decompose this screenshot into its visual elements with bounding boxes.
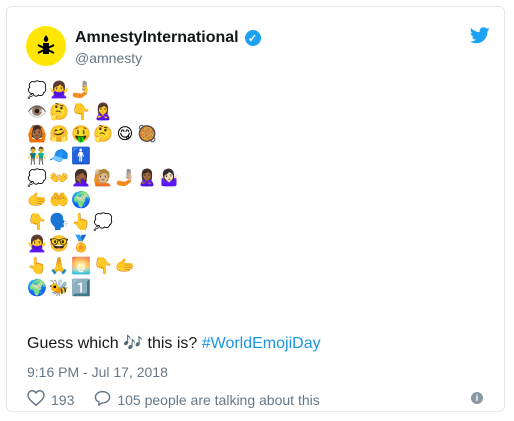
emoji-glyph: 🙅‍♀️ [49, 80, 69, 99]
emoji-glyph: 🤔 [93, 124, 113, 143]
emoji-glyph: 🤗 [49, 124, 69, 143]
emoji-glyph: 🤲 [49, 190, 69, 209]
emoji-glyph: 🙆🏾 [27, 124, 47, 143]
emoji-glyph: 🙎🏾‍♀️ [137, 168, 157, 187]
emoji-glyph: 👐 [49, 168, 69, 187]
tweet-text-before: Guess which [27, 335, 124, 352]
emoji-row: 🫱 🤲 🌍 [27, 190, 179, 212]
emoji-glyph: 💭 [27, 80, 47, 99]
emoji-row: 👆 🙏 🌅 👇 🫱 [27, 256, 179, 278]
action-bar: 193 105 people are talking about this [27, 389, 320, 409]
emoji-row: 👬 🧢 🚹 [27, 146, 179, 168]
tweet-text-after: this is? [143, 335, 202, 352]
twitter-bird-icon[interactable] [469, 27, 490, 49]
emoji-glyph: 👁️ [27, 102, 47, 121]
emoji-glyph: 🗣️ [49, 212, 69, 231]
emoji-glyph: 🙋🏼 [93, 168, 113, 187]
emoji-glyph: 🙏 [49, 256, 69, 275]
emoji-glyph: 🥘 [137, 124, 157, 143]
emoji-glyph: 🌍 [71, 190, 91, 209]
like-count[interactable]: 193 [51, 392, 74, 408]
info-icon[interactable]: i [471, 392, 483, 404]
emoji-glyph: 💭 [93, 212, 113, 231]
emoji-glyph: 🏅 [71, 234, 91, 253]
emoji-glyph: 🤦🏾‍♀️ [71, 168, 91, 187]
hashtag-link[interactable]: #WorldEmojiDay [202, 335, 321, 352]
emoji-row: 👇 🗣️ 👆 💭 [27, 212, 179, 234]
verified-badge-icon: ✓ [244, 30, 261, 46]
emoji-row: 👁️ 🤔 👇 🙎‍♀️ [27, 102, 179, 124]
emoji-glyph: 💭 [27, 168, 47, 187]
emoji-row: 🙆🏾 🤗 🤑 🤔 😋 🥘 [27, 124, 179, 146]
tweet-card[interactable]: AmnestyInternational ✓ @amnesty 💭 🙅‍♀️ 🤳 👁️… [6, 6, 505, 412]
emoji-glyph: 🫱 [115, 256, 135, 275]
emoji-message: 💭 🙅‍♀️ 🤳 👁️ 🤔 👇 🙎‍♀️ 🙆🏾 🤗 🤑 🤔 😋 🥘 👬 🧢 🚹 💭 👐 🤦🏾‍♀️ 🙋🏼 🤳🏼 🙎🏾‍♀️… [27, 80, 179, 300]
emoji-glyph: 👆 [27, 256, 47, 275]
tweet-text: Guess which 🎶 this is? #WorldEmojiDay [27, 333, 321, 353]
emoji-row: 💭 🙅‍♀️ 🤳 [27, 80, 179, 102]
author-name-row[interactable]: AmnestyInternational ✓ [75, 29, 261, 47]
heart-icon[interactable] [27, 389, 45, 409]
emoji-glyph: 🐝 [49, 278, 69, 297]
emoji-glyph: 🫱 [27, 190, 47, 209]
emoji-glyph: 👆 [71, 212, 91, 231]
emoji-glyph: 👇 [71, 102, 91, 121]
emoji-glyph: 🚹 [71, 146, 91, 165]
emoji-glyph: 🤳 [71, 80, 91, 99]
emoji-glyph: 🙅‍♀️ [27, 234, 47, 253]
emoji-glyph: 🤳🏼 [115, 168, 135, 187]
emoji-glyph: 🌍 [27, 278, 47, 297]
emoji-glyph: 🤔 [49, 102, 69, 121]
emoji-row: 🌍 🐝 1️⃣ [27, 278, 179, 300]
emoji-glyph: 👇 [27, 212, 47, 231]
candle-icon[interactable] [26, 26, 66, 66]
emoji-row: 🙅‍♀️ 🤓 🏅 [27, 234, 179, 256]
emoji-glyph: 😋 [116, 124, 134, 143]
talking-count[interactable]: 105 people are talking about this [117, 392, 319, 408]
emoji-glyph: 🙎‍♀️ [93, 102, 113, 121]
emoji-glyph: 1️⃣ [71, 278, 91, 297]
speech-bubble-icon[interactable] [94, 390, 111, 409]
timestamp-link[interactable]: 9:16 PM - Jul 17, 2018 [27, 364, 168, 380]
emoji-glyph: 👬 [27, 146, 47, 165]
emoji-glyph: 👇 [93, 256, 113, 275]
handle[interactable]: @amnesty [75, 50, 142, 66]
emoji-glyph: 🤑 [71, 124, 91, 143]
emoji-row: 💭 👐 🤦🏾‍♀️ 🙋🏼 🤳🏼 🙎🏾‍♀️ 🤷🏻‍♀️ [27, 168, 179, 190]
emoji-glyph: 🤓 [49, 234, 69, 253]
music-notes-icon: 🎶 [123, 333, 143, 352]
emoji-glyph: 🧢 [49, 146, 69, 165]
emoji-glyph: 🤷🏻‍♀️ [159, 168, 179, 187]
display-name[interactable]: AmnestyInternational [75, 29, 239, 47]
emoji-glyph: 🌅 [71, 256, 91, 275]
